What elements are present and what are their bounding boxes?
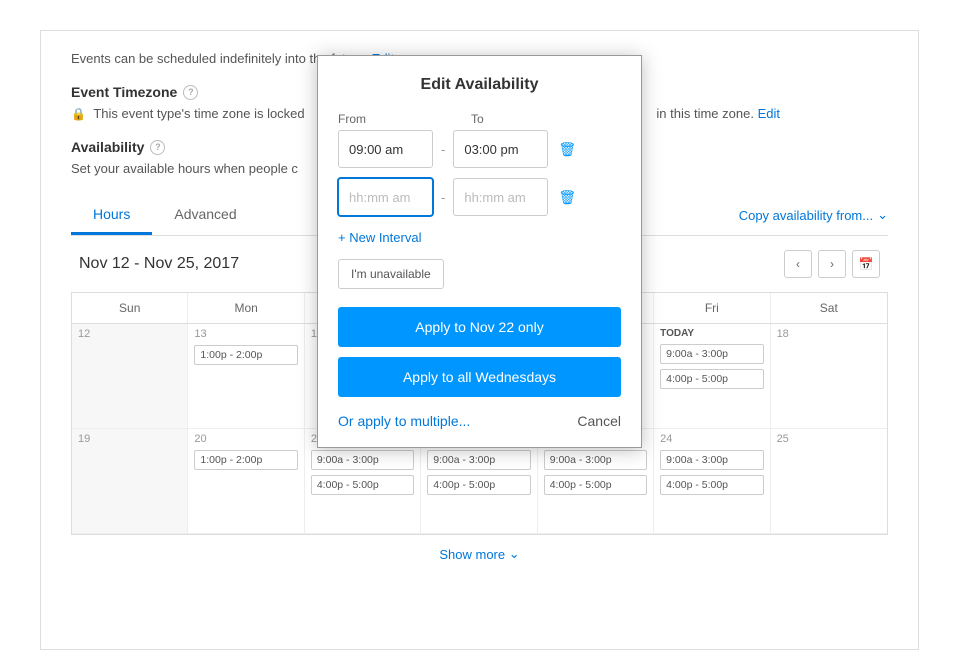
time-slot[interactable]: 4:00p - 5:00p (427, 475, 530, 495)
interval-row-2: - 🗑 (338, 178, 621, 216)
show-more-link[interactable]: Show more ⌄ (71, 535, 888, 575)
calendar-cell[interactable]: 12 (72, 324, 188, 429)
time-slot[interactable]: 4:00p - 5:00p (544, 475, 647, 495)
time-slot[interactable]: 9:00a - 3:00p (311, 450, 414, 470)
time-slot[interactable]: 9:00a - 3:00p (660, 450, 763, 470)
calendar-cell[interactable]: 24 9:00a - 3:00p 4:00p - 5:00p (654, 429, 770, 534)
interval-row-1: - 🗑 (338, 130, 621, 168)
calendar-jump-button[interactable]: 📅 (852, 250, 880, 278)
cell-date: 13 (194, 328, 297, 340)
chevron-down-icon: ⌄ (509, 546, 520, 562)
apply-single-button[interactable]: Apply to Nov 22 only (338, 307, 621, 347)
time-slot[interactable]: 4:00p - 5:00p (660, 475, 763, 495)
date-range: Nov 12 - Nov 25, 2017 (79, 255, 239, 273)
calendar-cell[interactable]: 20 1:00p - 2:00p (188, 429, 304, 534)
edit-availability-modal: Edit Availability From To - 🗑 - 🗑 + New … (317, 55, 642, 448)
dash-separator: - (441, 190, 445, 205)
time-slot[interactable]: 4:00p - 5:00p (311, 475, 414, 495)
calendar-cell[interactable]: 19 (72, 429, 188, 534)
calendar-cell[interactable]: 25 (771, 429, 887, 534)
cell-date: 19 (78, 433, 181, 445)
time-slot[interactable]: 9:00a - 3:00p (427, 450, 530, 470)
to-label: To (471, 112, 566, 126)
dash-separator: - (441, 142, 445, 157)
trash-icon[interactable]: 🗑 (558, 141, 576, 158)
modal-footer: Or apply to multiple... Cancel (338, 413, 621, 429)
time-slot[interactable]: 1:00p - 2:00p (194, 450, 297, 470)
next-button[interactable]: › (818, 250, 846, 278)
cell-date: 20 (194, 433, 297, 445)
availability-heading-text: Availability (71, 139, 144, 155)
prev-button[interactable]: ‹ (784, 250, 812, 278)
timezone-locked-prefix: This event type's time zone is locked (93, 106, 304, 121)
time-labels: From To (338, 112, 621, 126)
apply-multiple-link[interactable]: Or apply to multiple... (338, 413, 470, 429)
from-input-2[interactable] (338, 178, 433, 216)
time-slot[interactable]: 9:00a - 3:00p (660, 344, 763, 364)
calendar-cell[interactable]: 13 1:00p - 2:00p (188, 324, 304, 429)
unavailable-button[interactable]: I'm unavailable (338, 259, 444, 289)
from-label: From (338, 112, 433, 126)
to-input-1[interactable] (453, 130, 548, 168)
help-icon[interactable]: ? (150, 140, 165, 155)
help-icon[interactable]: ? (183, 85, 198, 100)
modal-title: Edit Availability (338, 76, 621, 94)
edit-timezone-link[interactable]: Edit (758, 106, 780, 121)
time-slot[interactable]: 1:00p - 2:00p (194, 345, 297, 365)
timezone-locked-suffix: in this time zone. (656, 106, 754, 121)
chevron-down-icon: ⌄ (877, 207, 888, 223)
weekday-header: Sat (771, 293, 887, 323)
tab-advanced[interactable]: Advanced (152, 196, 258, 235)
weekday-header: Sun (72, 293, 188, 323)
today-label: TODAY (660, 328, 763, 339)
new-interval-link[interactable]: + New Interval (338, 230, 421, 245)
to-input-2[interactable] (453, 178, 548, 216)
apply-all-button[interactable]: Apply to all Wednesdays (338, 357, 621, 397)
cell-date: 25 (777, 433, 881, 445)
show-more-text: Show more (439, 547, 505, 562)
trash-icon[interactable]: 🗑 (558, 189, 576, 206)
cancel-button[interactable]: Cancel (577, 413, 621, 429)
calendar-cell[interactable]: 18 (771, 324, 887, 429)
time-slot[interactable]: 4:00p - 5:00p (660, 369, 763, 389)
lock-icon: 🔒 (71, 107, 86, 121)
copy-availability-text: Copy availability from... (739, 208, 873, 223)
weekday-header: Mon (188, 293, 304, 323)
calendar-cell[interactable]: TODAY 9:00a - 3:00p 4:00p - 5:00p (654, 324, 770, 429)
calendar-nav: ‹ › 📅 (784, 250, 880, 278)
timezone-heading-text: Event Timezone (71, 84, 177, 100)
cell-date: 24 (660, 433, 763, 445)
cell-date: 12 (78, 328, 181, 340)
time-slot[interactable]: 9:00a - 3:00p (544, 450, 647, 470)
from-input-1[interactable] (338, 130, 433, 168)
copy-availability-link[interactable]: Copy availability from... ⌄ (739, 196, 888, 235)
weekday-header: Fri (654, 293, 770, 323)
tab-hours[interactable]: Hours (71, 196, 152, 235)
cell-date: 18 (777, 328, 881, 340)
